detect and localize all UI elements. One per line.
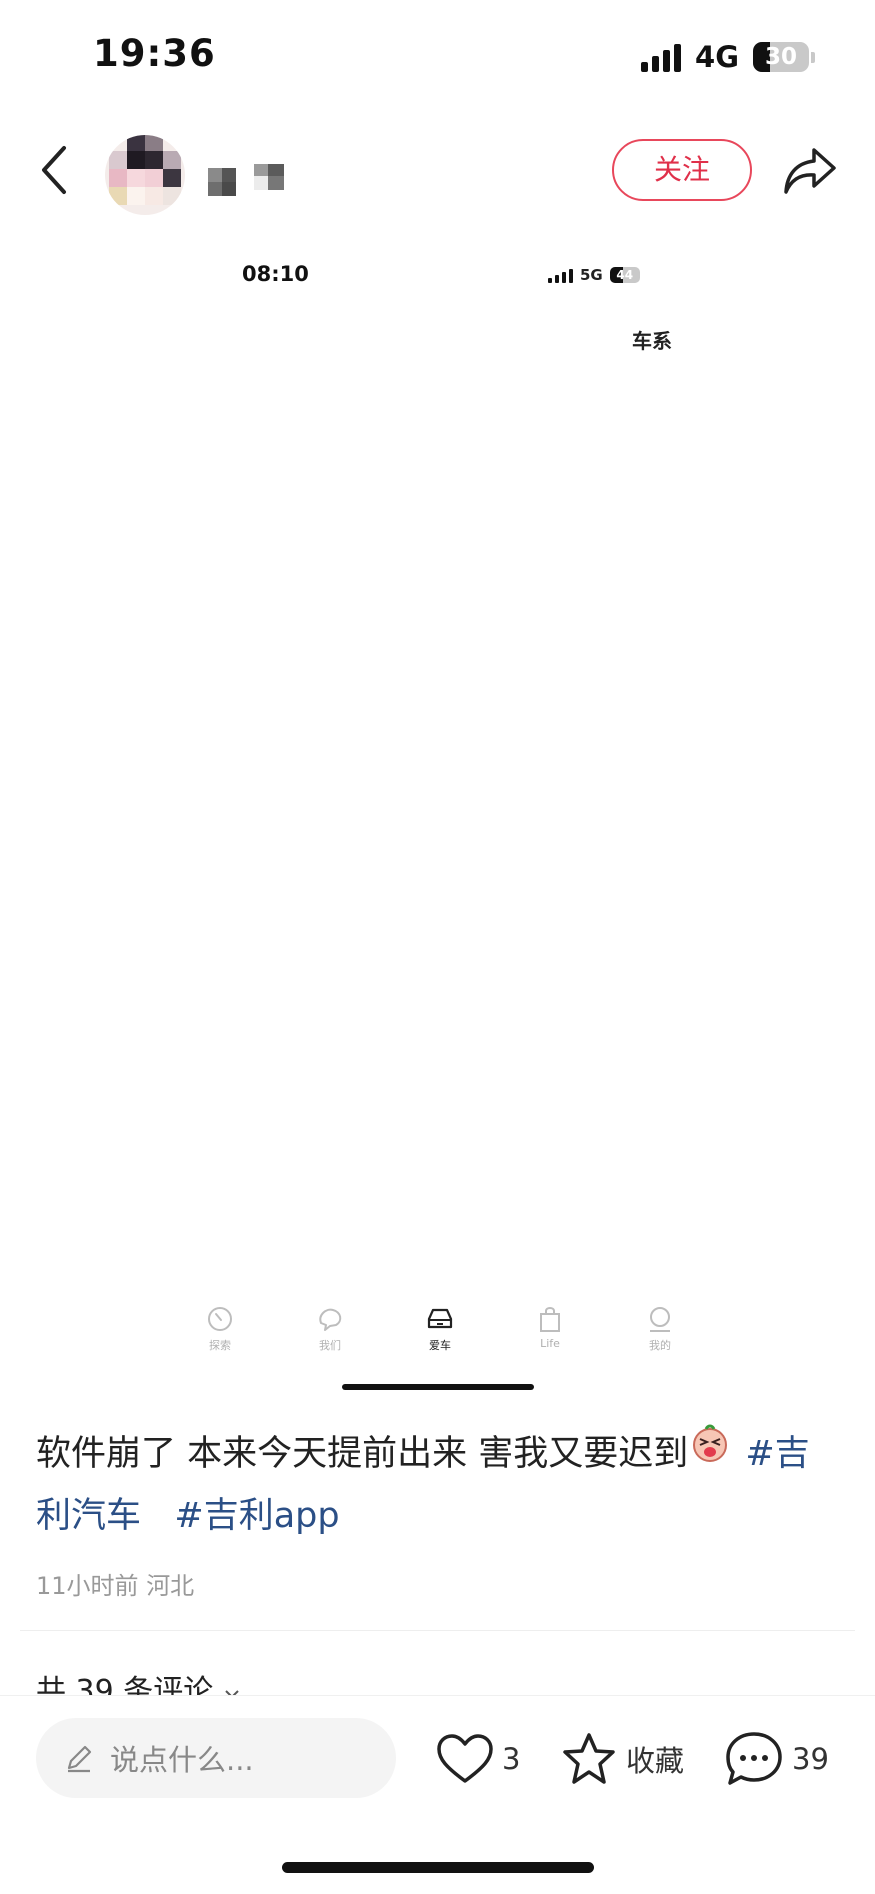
avatar-pixelated-image <box>105 135 185 215</box>
share-button[interactable] <box>782 144 838 198</box>
image-status-time: 08:10 <box>242 262 309 286</box>
comment-bubble-icon <box>726 1732 782 1785</box>
image-network-type: 5G <box>580 266 603 284</box>
crying-emoji-icon <box>690 1423 730 1481</box>
like-count: 3 <box>502 1742 521 1776</box>
image-nav-us: 我们 <box>300 1305 360 1353</box>
pencil-icon <box>67 1745 92 1773</box>
image-nav-car: 爱车 <box>410 1305 470 1353</box>
follow-button[interactable]: 关注 <box>612 139 752 201</box>
image-nav-label: 我的 <box>649 1339 671 1352</box>
post-location: 河北 <box>146 1572 195 1600</box>
comment-input[interactable]: 说点什么... <box>36 1718 396 1798</box>
back-button[interactable] <box>34 140 74 200</box>
signal-icon <box>641 42 682 72</box>
post-content: 软件崩了 本来今天提前出来 害我又要迟到 #吉利汽车 #吉利app <box>36 1423 836 1545</box>
post-text: 软件崩了 本来今天提前出来 害我又要迟到 <box>36 1434 689 1474</box>
network-type: 4G <box>695 40 739 74</box>
comment-input-placeholder: 说点什么... <box>110 1743 254 1777</box>
avatar[interactable] <box>105 135 185 215</box>
chat-bubble-icon <box>319 1308 342 1331</box>
image-nav-label: 我们 <box>319 1339 341 1352</box>
collect-button[interactable]: 收藏 <box>560 1728 684 1790</box>
image-home-indicator <box>342 1384 534 1390</box>
battery-cap <box>811 51 815 63</box>
post-time: 11小时前 <box>36 1572 139 1600</box>
home-indicator <box>282 1862 594 1873</box>
post-meta: 11小时前 河北 <box>36 1566 194 1601</box>
image-battery-level: 44 <box>616 268 634 282</box>
image-nav-label: Life <box>540 1337 560 1350</box>
image-bottom-nav: 探索 我们 爱车 Life 我的 <box>190 1305 690 1353</box>
image-nav-explore: 探索 <box>190 1305 250 1353</box>
image-signal-icon <box>548 268 573 283</box>
image-status-indicators: 5G 44 <box>548 266 640 284</box>
battery-icon: 30 <box>753 42 809 72</box>
profile-icon <box>650 1307 670 1332</box>
username-redacted[interactable] <box>208 162 286 196</box>
hashtag-geely-app[interactable]: #吉利app <box>174 1496 339 1536</box>
comment-count: 39 <box>792 1742 829 1776</box>
image-nav-life: Life <box>520 1305 580 1353</box>
redaction-pixels <box>208 164 284 196</box>
explore-icon <box>208 1307 232 1331</box>
image-tab-car-series: 车系 <box>632 329 672 353</box>
status-indicators: 4G 30 <box>641 40 815 74</box>
like-button[interactable]: 3 <box>436 1728 520 1790</box>
car-icon <box>427 1308 453 1329</box>
image-nav-label: 探索 <box>209 1339 231 1352</box>
image-nav-label: 爱车 <box>429 1339 451 1352</box>
heart-icon <box>437 1734 493 1783</box>
share-arrow-icon <box>784 148 836 194</box>
comment-button[interactable]: 39 <box>724 1728 829 1790</box>
divider <box>20 1630 855 1631</box>
chevron-left-icon <box>42 146 66 194</box>
collect-label: 收藏 <box>626 1744 685 1778</box>
shopping-bag-icon <box>540 1307 560 1332</box>
status-time: 19:36 <box>93 32 216 75</box>
star-icon <box>563 1733 615 1784</box>
battery-level: 30 <box>764 44 797 70</box>
image-battery-icon: 44 <box>609 267 640 283</box>
image-nav-me: 我的 <box>630 1305 690 1353</box>
